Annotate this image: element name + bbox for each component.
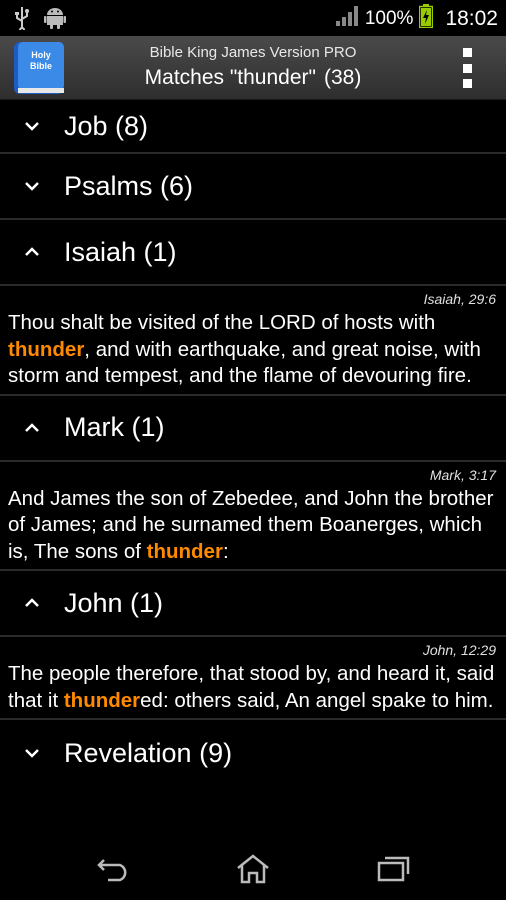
navigation-bar <box>0 838 506 900</box>
group-label: Psalms (6) <box>64 170 194 201</box>
group-label: Mark (1) <box>64 412 165 442</box>
group-john[interactable]: John (1) <box>0 571 506 637</box>
chevron-up-icon <box>0 396 64 460</box>
page-title: Matches "thunder" (38) <box>0 66 506 90</box>
results-list: Job (8) Psalms (6) Isaiah (1) Isaiah, 29… <box>0 100 506 838</box>
verse-text-before: Thou shalt be visited of the LORD of hos… <box>8 311 436 334</box>
clock: 18:02 <box>445 7 498 30</box>
group-label: Revelation (9) <box>64 737 233 768</box>
usb-icon <box>14 6 30 35</box>
chevron-up-icon <box>0 220 64 284</box>
battery-percent: 100% <box>364 8 414 29</box>
match-highlight: thunder <box>8 337 85 361</box>
group-isaiah[interactable]: Isaiah (1) <box>0 220 506 286</box>
app-name: Bible King James Version PRO <box>149 44 357 61</box>
status-bar: 100% 18:02 <box>0 0 506 36</box>
group-revelation[interactable]: Revelation (9) <box>0 720 506 786</box>
verse-text: The people therefore, that stood by, and… <box>8 661 498 714</box>
group-label: Isaiah (1) <box>64 236 177 267</box>
group-job[interactable]: Job (8) <box>0 100 506 154</box>
action-bar: Holy Bible Bible King James Version PRO … <box>0 36 506 100</box>
home-icon[interactable] <box>233 852 273 886</box>
verse-text: Thou shalt be visited of the LORD of hos… <box>8 310 498 390</box>
match-highlight: thunder <box>63 688 141 712</box>
chevron-down-icon <box>0 100 64 152</box>
group-label: Job (8) <box>64 110 149 141</box>
verse-text-after: ed: others said, An angel spake to him. <box>140 688 494 712</box>
verse-reference: Mark, 3:17 <box>429 466 496 483</box>
android-icon <box>44 6 66 35</box>
group-psalms[interactable]: Psalms (6) <box>0 154 506 220</box>
overflow-menu-icon[interactable] <box>462 48 472 88</box>
verse-reference: Isaiah, 29:6 <box>423 291 496 307</box>
verse-text: And James the son of Zebedee, and John t… <box>8 486 498 566</box>
match-highlight: thunder <box>146 539 223 563</box>
verse-item[interactable]: Mark, 3:17 And James the son of Zebedee,… <box>0 462 506 571</box>
recent-apps-icon[interactable] <box>374 852 414 886</box>
chevron-up-icon <box>0 571 64 635</box>
verse-text-after: : <box>222 539 229 563</box>
chevron-down-icon <box>0 154 64 218</box>
battery-charging-icon <box>419 4 434 34</box>
verse-reference: John, 12:29 <box>422 642 496 658</box>
back-icon[interactable] <box>94 852 134 886</box>
verse-text-before: And James the son of Zebedee, and John t… <box>8 486 494 563</box>
group-mark[interactable]: Mark (1) <box>0 396 506 462</box>
title-text: Matches "thunder" <box>144 66 316 89</box>
group-label: John (1) <box>64 587 164 618</box>
chevron-down-icon <box>0 720 64 786</box>
verse-item[interactable]: John, 12:29 The people therefore, that s… <box>0 637 506 720</box>
verse-item[interactable]: Isaiah, 29:6 Thou shalt be visited of th… <box>0 286 506 396</box>
match-count: (38) <box>323 66 362 89</box>
signal-icon <box>335 5 359 33</box>
